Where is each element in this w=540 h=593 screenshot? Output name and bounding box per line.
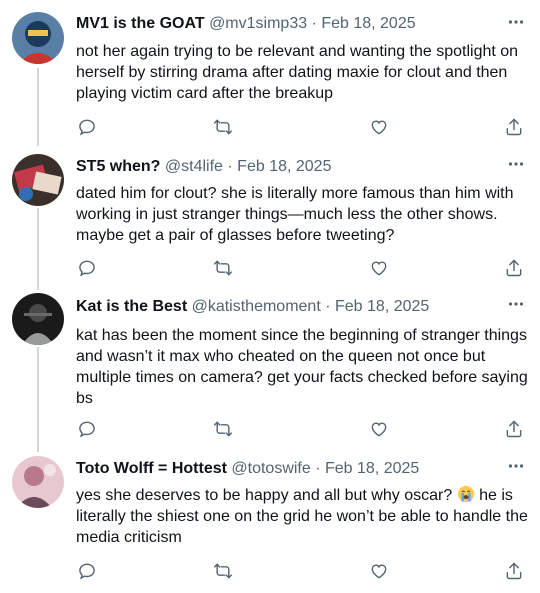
like-icon[interactable] bbox=[368, 560, 390, 582]
separator: · bbox=[307, 15, 322, 32]
tweet[interactable]: Kat is the Best @katisthemoment · Feb 18… bbox=[0, 290, 540, 452]
tweet-text-part: yes she deserves to be happy and all but… bbox=[76, 487, 457, 504]
separator: · bbox=[320, 298, 335, 315]
action-bar bbox=[0, 418, 540, 440]
tweet[interactable]: Toto Wolff = Hottest @totoswife · Feb 18… bbox=[0, 452, 540, 593]
share-icon[interactable] bbox=[503, 257, 525, 279]
display-name[interactable]: ST5 when? bbox=[76, 158, 160, 175]
like-icon[interactable] bbox=[368, 257, 390, 279]
retweet-icon[interactable] bbox=[212, 560, 234, 582]
more-icon[interactable] bbox=[506, 456, 526, 476]
avatar[interactable] bbox=[12, 293, 64, 345]
date[interactable]: Feb 18, 2025 bbox=[321, 15, 415, 32]
share-icon[interactable] bbox=[503, 418, 525, 440]
more-icon[interactable] bbox=[506, 12, 526, 32]
separator: · bbox=[222, 158, 238, 175]
action-bar bbox=[0, 560, 540, 582]
avatar[interactable] bbox=[12, 154, 64, 206]
tweet[interactable]: MV1 is the GOAT @mv1simp33 · Feb 18, 202… bbox=[0, 0, 540, 146]
tweet-text: yes she deserves to be happy and all but… bbox=[76, 485, 528, 548]
display-name[interactable]: Kat is the Best bbox=[76, 298, 187, 315]
date[interactable]: Feb 18, 2025 bbox=[335, 298, 429, 315]
handle[interactable]: @mv1simp33 bbox=[209, 15, 307, 32]
handle[interactable]: @st4life bbox=[165, 158, 223, 175]
reply-icon[interactable] bbox=[76, 257, 98, 279]
more-icon[interactable] bbox=[506, 294, 526, 314]
tweet-text: not her again trying to be relevant and … bbox=[76, 43, 519, 102]
handle[interactable]: @totoswife bbox=[231, 460, 310, 477]
separator: · bbox=[310, 460, 325, 477]
reply-icon[interactable] bbox=[76, 418, 98, 440]
share-icon[interactable] bbox=[503, 560, 525, 582]
tweet-header: ST5 when? @st4life · Feb 18, 2025 bbox=[76, 157, 496, 177]
tweet-text: kat has been the moment since the beginn… bbox=[76, 327, 528, 407]
display-name[interactable]: Toto Wolff = Hottest bbox=[76, 460, 227, 477]
retweet-icon[interactable] bbox=[212, 418, 234, 440]
action-bar bbox=[0, 116, 540, 138]
like-icon[interactable] bbox=[368, 116, 390, 138]
tweet-header: Kat is the Best @katisthemoment · Feb 18… bbox=[76, 297, 496, 317]
thread-line bbox=[37, 68, 39, 86]
share-icon[interactable] bbox=[503, 116, 525, 138]
date[interactable]: Feb 18, 2025 bbox=[325, 460, 419, 477]
action-bar bbox=[0, 257, 540, 279]
tweet[interactable]: ST5 when? @st4life · Feb 18, 2025 dated … bbox=[0, 68, 540, 290]
retweet-icon[interactable] bbox=[212, 116, 234, 138]
more-icon[interactable] bbox=[506, 154, 526, 174]
avatar[interactable] bbox=[12, 456, 64, 508]
display-name[interactable]: MV1 is the GOAT bbox=[76, 15, 205, 32]
avatar[interactable] bbox=[12, 12, 64, 64]
like-icon[interactable] bbox=[368, 418, 390, 440]
reply-thread: MV1 is the GOAT @mv1simp33 · Feb 18, 202… bbox=[0, 0, 540, 593]
tweet-text: dated him for clout? she is literally mo… bbox=[76, 185, 514, 244]
date[interactable]: Feb 18, 2025 bbox=[237, 158, 331, 175]
handle[interactable]: @katisthemoment bbox=[192, 298, 321, 315]
reply-icon[interactable] bbox=[76, 560, 98, 582]
tweet-header: MV1 is the GOAT @mv1simp33 · Feb 18, 202… bbox=[76, 14, 496, 34]
loudly-crying-face-icon bbox=[457, 485, 475, 503]
reply-icon[interactable] bbox=[76, 116, 98, 138]
tweet-header: Toto Wolff = Hottest @totoswife · Feb 18… bbox=[76, 459, 496, 479]
retweet-icon[interactable] bbox=[212, 257, 234, 279]
